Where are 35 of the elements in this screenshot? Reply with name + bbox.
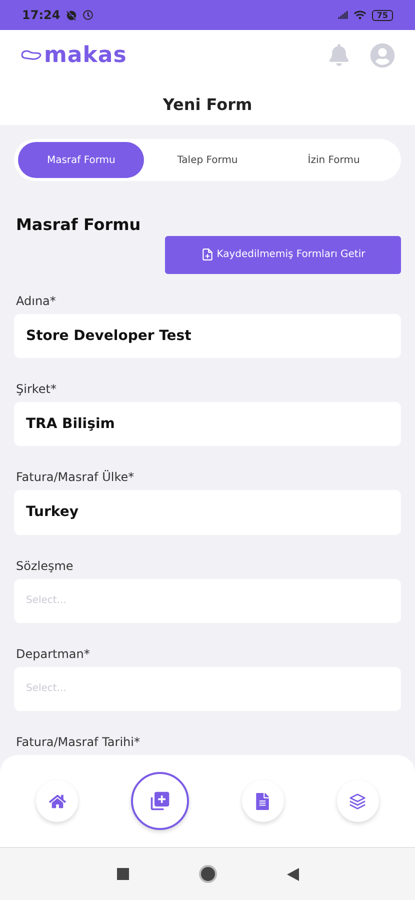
field-label: Şirket* xyxy=(16,382,58,396)
home-nav-button[interactable] xyxy=(36,780,78,822)
document-nav-button[interactable] xyxy=(242,780,284,822)
status-time: 17:24 xyxy=(22,8,60,22)
document-icon xyxy=(254,792,272,810)
house-icon xyxy=(48,792,66,810)
add-copy-icon xyxy=(149,790,172,812)
wifi-icon xyxy=(354,9,366,21)
logo-icon xyxy=(20,48,42,62)
input-field[interactable]: Store Developer Test xyxy=(14,314,401,358)
layers-nav-button[interactable] xyxy=(336,780,379,822)
page-title: Yeni Form xyxy=(162,95,254,114)
form-tab[interactable]: İzin Formu xyxy=(270,142,397,178)
add-nav-button[interactable] xyxy=(131,772,190,830)
input-field[interactable]: TRA Bilişim xyxy=(14,402,401,446)
notification-icon xyxy=(66,10,78,20)
field-label: Fatura/Masraf Ülke* xyxy=(16,470,136,484)
logo: makas xyxy=(44,42,127,68)
field-label: Adına* xyxy=(16,294,57,308)
form-title: Masraf Formu xyxy=(16,215,142,234)
layers-icon xyxy=(349,792,366,810)
back-icon[interactable] xyxy=(286,868,298,880)
home-icon[interactable] xyxy=(198,865,216,883)
alarm-icon xyxy=(83,10,94,20)
file-plus-icon xyxy=(200,248,214,262)
form-tab[interactable]: Masraf Formu xyxy=(18,142,144,178)
battery-icon: 75 xyxy=(372,10,393,20)
recent-apps-icon[interactable] xyxy=(116,868,128,880)
signal-icon xyxy=(338,10,348,20)
field-label: Departman* xyxy=(16,646,91,661)
load-forms-button[interactable]: Kaydedilmemiş Formları Getir xyxy=(165,236,401,274)
input-field[interactable]: Turkey xyxy=(14,490,401,535)
form-tab[interactable]: Talep Formu xyxy=(144,142,271,178)
field-label: Sözleşme xyxy=(16,558,74,573)
field-label: Fatura/Masraf Tarihi* xyxy=(16,735,141,750)
